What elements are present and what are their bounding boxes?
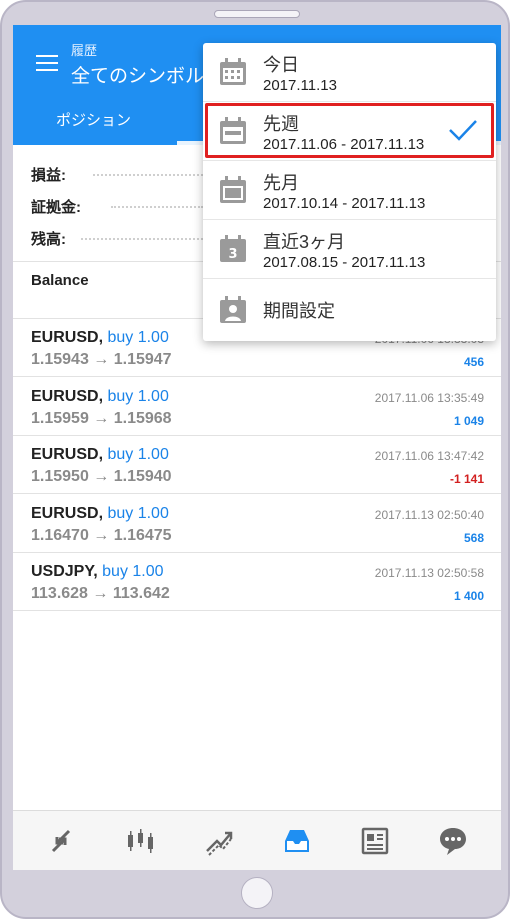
- period-item-today[interactable]: 今日 2017.11.13: [203, 43, 496, 102]
- symbol-text: USDJPY,: [31, 563, 98, 580]
- news-icon[interactable]: [359, 825, 391, 857]
- deal-prices: 1.15950 → 1.15940: [31, 468, 172, 485]
- quotes-icon[interactable]: [45, 825, 77, 857]
- deal-profit: -1 141: [449, 472, 484, 486]
- deal-row[interactable]: EURUSD, buy 1.00 1.15959 → 1.15968 2017.…: [13, 378, 501, 436]
- deal-symbol: EURUSD, buy 1.00: [31, 329, 169, 347]
- deal-profit: 568: [463, 531, 484, 545]
- hamburger-menu-icon[interactable]: [36, 55, 58, 71]
- profit-label: 損益:: [31, 167, 66, 184]
- history-icon[interactable]: [281, 825, 313, 857]
- deal-side: buy 1.00: [102, 563, 164, 580]
- phone-frame: 履歴 全てのシンボル ポジション 損益: 証拠金: 残高: Balance EU…: [0, 0, 510, 919]
- deal-row[interactable]: USDJPY, buy 1.00 113.628 → 113.642 2017.…: [13, 553, 501, 611]
- bottom-navigation: [13, 810, 501, 870]
- deal-symbol: USDJPY, buy 1.00: [31, 563, 164, 581]
- period-range: 2017.11.06 - 2017.11.13: [263, 136, 425, 153]
- calendar-3-icon: 3: [218, 234, 248, 264]
- dotted-leader: [111, 206, 203, 208]
- symbol-text: EURUSD,: [31, 388, 104, 405]
- profit-row: 損益:: [31, 164, 203, 185]
- deal-side: buy 1.00: [107, 329, 169, 346]
- deal-symbol: EURUSD, buy 1.00: [31, 446, 169, 464]
- deal-side: buy 1.00: [107, 388, 169, 405]
- deal-profit: 456: [463, 355, 484, 369]
- period-label: 期間設定: [263, 301, 335, 321]
- balance-title: Balance: [31, 272, 89, 289]
- period-range: 2017.11.13: [263, 77, 337, 94]
- calendar-week-icon: [218, 116, 248, 146]
- period-range: 2017.10.14 - 2017.11.13: [263, 195, 426, 212]
- home-button[interactable]: [241, 877, 273, 909]
- balance-label: 残高:: [31, 231, 66, 248]
- deal-row[interactable]: EURUSD, buy 1.00 1.16470 → 1.16475 2017.…: [13, 495, 501, 553]
- deal-side: buy 1.00: [107, 446, 169, 463]
- period-item-last-3-months[interactable]: 3 直近3ヶ月 2017.08.15 - 2017.11.13: [203, 220, 496, 279]
- symbol-text: EURUSD,: [31, 446, 104, 463]
- app-screen: 履歴 全てのシンボル ポジション 損益: 証拠金: 残高: Balance EU…: [13, 25, 501, 870]
- deal-time: 2017.11.06 13:35:49: [374, 391, 484, 405]
- period-item-last-week[interactable]: 先週 2017.11.06 - 2017.11.13: [203, 102, 496, 161]
- deal-time: 2017.11.13 02:50:58: [374, 566, 484, 580]
- dotted-leader: [93, 174, 203, 176]
- header-subtitle: 履歴: [71, 43, 98, 58]
- period-menu: 今日 2017.11.13 先週 2017.11.06 - 2017.11.13…: [203, 43, 496, 341]
- calendar-badge-number: 3: [228, 247, 237, 262]
- deal-profit: 1 049: [453, 414, 484, 428]
- calendar-dots-icon: [218, 57, 248, 87]
- period-range: 2017.08.15 - 2017.11.13: [263, 254, 426, 271]
- deal-profit: 1 400: [453, 589, 484, 603]
- deal-side: buy 1.00: [107, 505, 169, 522]
- calendar-person-icon: [218, 295, 248, 325]
- deal-symbol: EURUSD, buy 1.00: [31, 388, 169, 406]
- period-label: 直近3ヶ月: [263, 232, 346, 252]
- deal-prices: 1.16470 → 1.16475: [31, 527, 172, 544]
- checkmark-icon: [448, 118, 478, 142]
- tab-positions[interactable]: ポジション: [56, 109, 131, 130]
- deal-prices: 1.15959 → 1.15968: [31, 410, 172, 427]
- balance-row: 残高:: [31, 228, 203, 249]
- chart-icon[interactable]: [125, 825, 157, 857]
- deal-row[interactable]: EURUSD, buy 1.00 1.15950 → 1.15940 2017.…: [13, 436, 501, 494]
- deal-prices: 1.15943 → 1.15947: [31, 351, 172, 368]
- period-item-last-month[interactable]: 先月 2017.10.14 - 2017.11.13: [203, 161, 496, 220]
- margin-label: 証拠金:: [31, 199, 81, 216]
- deal-time: 2017.11.06 13:47:42: [374, 449, 484, 463]
- calendar-month-icon: [218, 175, 248, 205]
- dotted-leader: [81, 238, 203, 240]
- margin-row: 証拠金:: [31, 196, 203, 217]
- period-label: 今日: [263, 55, 299, 75]
- deal-symbol: EURUSD, buy 1.00: [31, 505, 169, 523]
- symbol-text: EURUSD,: [31, 329, 104, 346]
- deal-time: 2017.11.13 02:50:40: [374, 508, 484, 522]
- period-item-custom[interactable]: 期間設定: [203, 279, 496, 338]
- trade-icon[interactable]: [203, 825, 235, 857]
- speaker-grille: [214, 10, 300, 18]
- period-label: 先月: [263, 173, 299, 193]
- symbol-text: EURUSD,: [31, 505, 104, 522]
- chat-icon[interactable]: [437, 825, 469, 857]
- deal-prices: 113.628 → 113.642: [31, 585, 170, 602]
- period-label: 先週: [263, 114, 299, 134]
- symbol-filter-title[interactable]: 全てのシンボル: [71, 61, 204, 88]
